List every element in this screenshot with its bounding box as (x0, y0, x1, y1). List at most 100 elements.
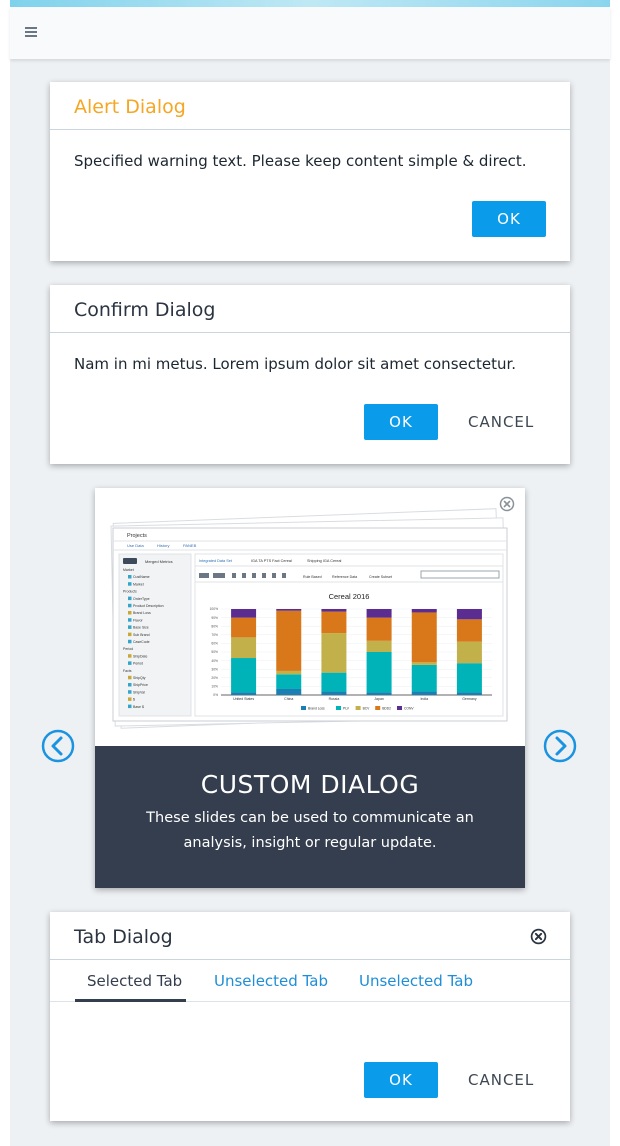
chart-bar-segment (366, 692, 392, 695)
preview-sidebar-item: ShipVal (133, 690, 145, 694)
preview-nav-tab: History (157, 543, 169, 548)
chart-y-tick-label: 90% (211, 616, 218, 620)
preview-content-tab: Integrated Data Set (199, 559, 233, 563)
chart-legend-label: Brand Loss (308, 707, 325, 711)
preview-sidebar-item: Base $ (133, 705, 144, 709)
alert-dialog-title: Alert Dialog (50, 82, 570, 130)
preview-sidebar-swatch (128, 575, 132, 579)
chart-legend-swatch (355, 706, 361, 710)
chart-x-tick-label: India (420, 697, 428, 701)
chart-x-tick-label: Russia (329, 697, 340, 701)
chart-bar-segment (231, 658, 257, 693)
chart-legend-swatch (336, 706, 341, 710)
hamburger-icon[interactable] (25, 27, 37, 37)
chart-legend-swatch (397, 706, 402, 710)
chart-bar-segment (231, 692, 257, 695)
chart-y-tick-label: 10% (211, 685, 218, 689)
confirm-dialog-title: Confirm Dialog (50, 285, 570, 333)
chart-bar-segment (456, 609, 482, 620)
chart-bar-segment (276, 688, 302, 695)
chart-y-tick-label: 30% (211, 667, 218, 671)
alert-ok-button[interactable]: OK (472, 201, 546, 237)
close-circle-icon[interactable] (499, 496, 515, 512)
chart-bar-segment (411, 691, 437, 695)
app-bar (10, 7, 610, 59)
tab-unselected[interactable]: Unselected Tab (214, 972, 328, 990)
chart-legend-label: BCV (363, 707, 371, 711)
preview-sidebar-swatch (128, 603, 132, 608)
preview-nav-tab: PANEB (183, 543, 197, 548)
preview-sidebar-swatch (128, 690, 132, 694)
preview-sidebar-item: CustName (133, 575, 150, 579)
preview-sidebar-swatch (128, 611, 132, 615)
chart-y-tick-label: 100% (210, 607, 219, 611)
preview-toolbar-item: Create Subset (369, 575, 392, 579)
preview-sidebar-item: Sub Brand (133, 633, 150, 637)
chart-bar-segment (456, 619, 482, 642)
preview-sidebar-swatch (128, 704, 132, 709)
tab-dialog: Tab Dialog Selected Tab Unselected Tab U… (50, 912, 570, 1121)
chart-title: Cereal 2016 (329, 592, 370, 601)
chart-y-tick-label: 80% (211, 624, 218, 628)
tab-unselected[interactable]: Unselected Tab (359, 972, 473, 990)
custom-dialog: Projects Use Data History PANEB Merged M… (95, 488, 525, 888)
chart-y-tick-label: 60% (211, 642, 218, 646)
confirm-ok-button[interactable]: OK (364, 404, 438, 440)
preview-sidebar-item: ShipQty (133, 676, 146, 680)
preview-sidebar-swatch (128, 654, 132, 658)
preview-sidebar-swatch (128, 596, 132, 601)
preview-sidebar-item: Product Description (133, 604, 164, 608)
chevron-left-circle-icon[interactable] (41, 729, 75, 763)
chart-x-tick-label: United States (233, 697, 254, 701)
preview-sidebar-item: Base Size (133, 626, 149, 630)
chart-bar-segment (411, 612, 437, 663)
preview-sidebar-swatch (128, 625, 132, 629)
preview-sidebar-item: Flavor (133, 618, 144, 622)
preview-window-title: Projects (127, 533, 147, 539)
chart-y-tick-label: 0% (213, 693, 218, 697)
chart-x-tick-label: Japan (374, 697, 384, 701)
chart-y-tick-label: 50% (211, 650, 218, 654)
tab-dialog-cancel-button[interactable]: CANCEL (468, 1071, 534, 1089)
alert-dialog-message: Specified warning text. Please keep cont… (74, 152, 527, 170)
chart-legend-swatch (375, 706, 381, 710)
chart-y-tick-label: 20% (211, 676, 218, 680)
chart-bar-segment (276, 670, 302, 675)
chart-legend-label: CONV (404, 707, 414, 711)
chart-y-tick-label: 40% (211, 659, 218, 663)
chart-bar-segment (276, 674, 302, 689)
preview-toolbar-item: Rule Based (303, 575, 322, 579)
page: Alert Dialog Specified warning text. Ple… (10, 0, 610, 1146)
preview-sidebar-item: Brand Loss (133, 611, 151, 615)
preview-sidebar-swatch (128, 683, 132, 687)
chart-bar-segment (231, 617, 257, 638)
top-accent-bar (10, 0, 610, 7)
chart-bar-segment (411, 662, 437, 665)
chart-bar-segment (321, 672, 347, 692)
preview-sidebar-swatch (128, 697, 132, 701)
chart-bar-segment (276, 610, 302, 671)
chart-bar-segment (366, 617, 392, 641)
chart-bar-segment (456, 663, 482, 693)
preview-sidebar-item: Period (123, 647, 133, 651)
chart-bar-segment (321, 611, 347, 634)
close-circle-icon[interactable] (530, 928, 547, 945)
chart-legend-swatch (301, 706, 306, 710)
confirm-cancel-button[interactable]: CANCEL (468, 413, 534, 431)
chart-bar-segment (321, 609, 347, 612)
chart-bar-segment (456, 641, 482, 664)
tab-selected[interactable]: Selected Tab (87, 972, 182, 990)
confirm-dialog-message: Nam in mi metus. Lorem ipsum dolor sit a… (74, 355, 517, 373)
preview-sidebar-item: Period (133, 662, 143, 666)
preview-sidebar-item: CaseCode (133, 640, 150, 644)
preview-sidebar-swatch (128, 639, 132, 644)
preview-nav-tab: Use Data (127, 543, 144, 548)
chart-legend-label: PLV (343, 707, 350, 711)
preview-sidebar-item: OrderType (133, 597, 150, 601)
tab-dialog-ok-button[interactable]: OK (364, 1062, 438, 1098)
chart-x-tick-label: China (284, 697, 293, 701)
preview-sidebar-swatch (128, 618, 132, 622)
custom-dialog-caption: CUSTOM DIALOG These slides can be used t… (95, 746, 525, 888)
chevron-right-circle-icon[interactable] (543, 729, 577, 763)
chart-y-tick-label: 70% (211, 633, 218, 637)
